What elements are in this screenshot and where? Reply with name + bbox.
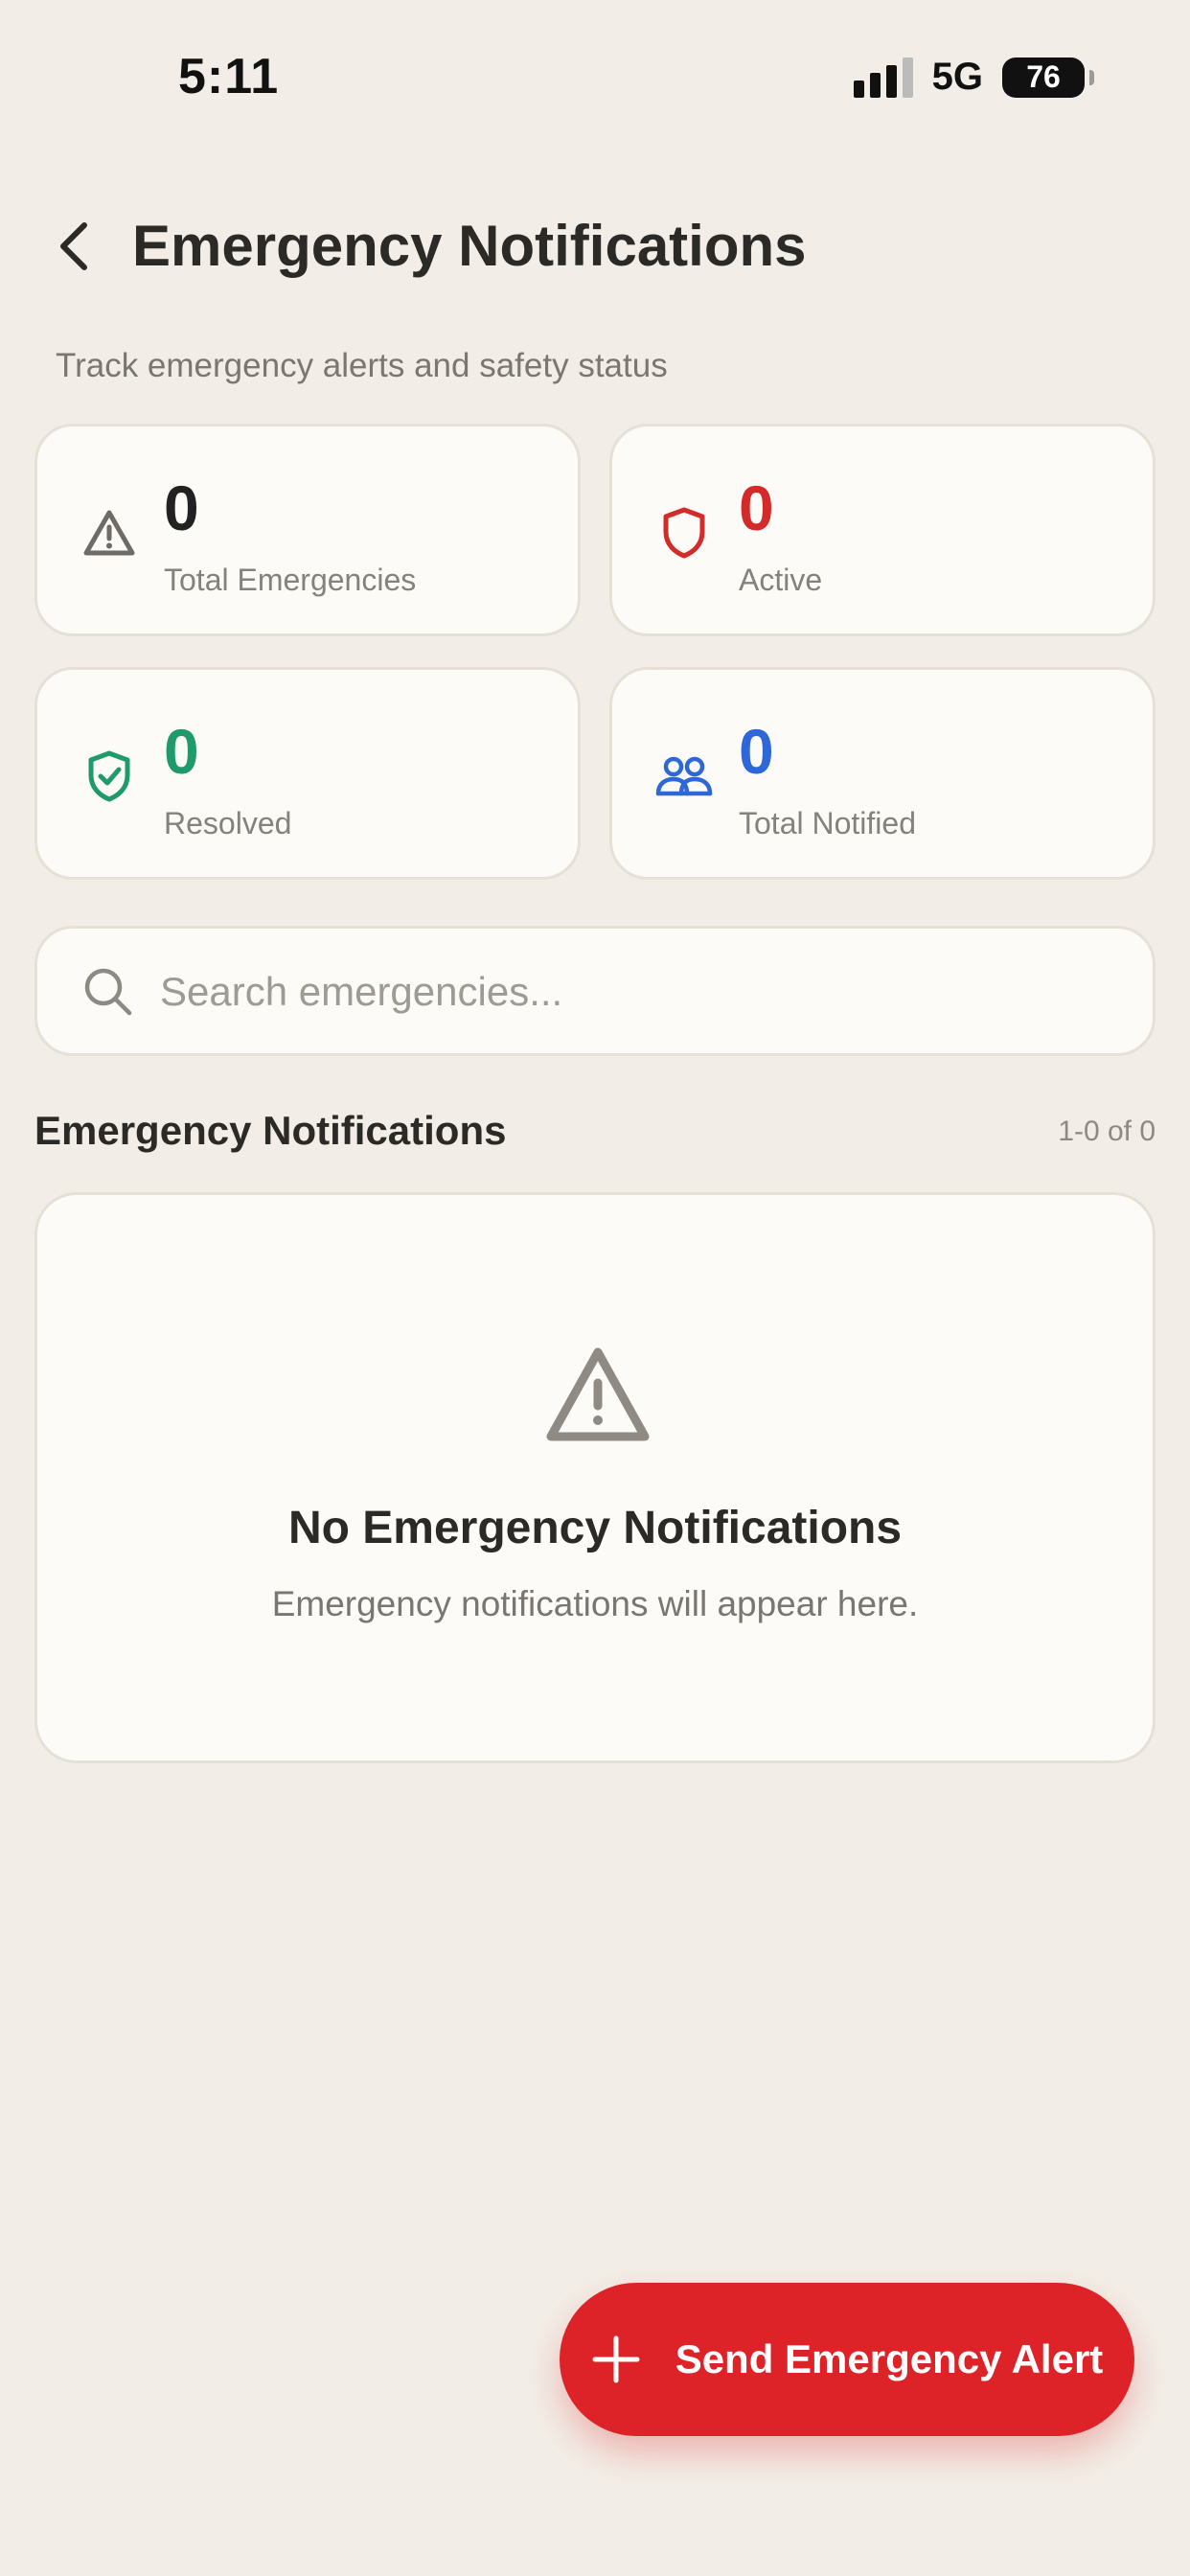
send-emergency-alert-button[interactable]: Send Emergency Alert <box>560 2283 1134 2436</box>
battery-icon: 76 <box>1002 57 1094 98</box>
stat-label: Total Emergencies <box>164 563 417 597</box>
stat-card-active[interactable]: 0 Active <box>609 424 1156 636</box>
stat-label: Total Notified <box>739 806 916 840</box>
battery-level: 76 <box>1026 59 1061 94</box>
stat-label: Active <box>739 563 823 597</box>
stat-card-total-notified[interactable]: 0 Total Notified <box>609 667 1156 880</box>
search-icon <box>84 968 132 1016</box>
shield-icon <box>654 503 714 563</box>
status-icons: 5G 76 <box>853 56 1094 99</box>
stat-label: Resolved <box>164 806 292 840</box>
emergency-notifications-screen: 5:11 5G 76 Emergency Notifications Track… <box>0 0 1190 2576</box>
stat-value: 0 <box>164 472 199 543</box>
warning-triangle-icon <box>546 1347 650 1441</box>
shield-check-icon <box>80 747 139 806</box>
stat-card-resolved[interactable]: 0 Resolved <box>34 667 581 880</box>
stat-value: 0 <box>739 716 774 787</box>
plus-icon <box>592 2335 640 2383</box>
empty-state-description: Emergency notifications will appear here… <box>271 1584 919 1623</box>
empty-state-title: No Emergency Notifications <box>287 1503 903 1553</box>
stat-value: 0 <box>739 472 774 543</box>
users-icon <box>654 747 714 806</box>
search-bar[interactable] <box>34 926 1156 1056</box>
network-type: 5G <box>931 56 983 98</box>
fab-label: Send Emergency Alert <box>675 2336 1104 2381</box>
chevron-left-icon <box>60 222 87 270</box>
pagination-count: 1-0 of 0 <box>1058 1116 1156 1147</box>
page-title: Emergency Notifications <box>132 214 807 278</box>
warning-triangle-icon <box>80 503 139 563</box>
status-time: 5:11 <box>178 49 280 104</box>
section-title: Emergency Notifications <box>34 1108 507 1153</box>
signal-icon <box>853 57 913 98</box>
search-input[interactable] <box>158 952 1116 1032</box>
stat-card-total-emergencies[interactable]: 0 Total Emergencies <box>34 424 581 636</box>
page-subtitle: Track emergency alerts and safety status <box>56 347 668 384</box>
stat-value: 0 <box>164 716 199 787</box>
back-button[interactable] <box>44 213 102 280</box>
empty-state-card: No Emergency Notifications Emergency not… <box>34 1192 1156 1763</box>
